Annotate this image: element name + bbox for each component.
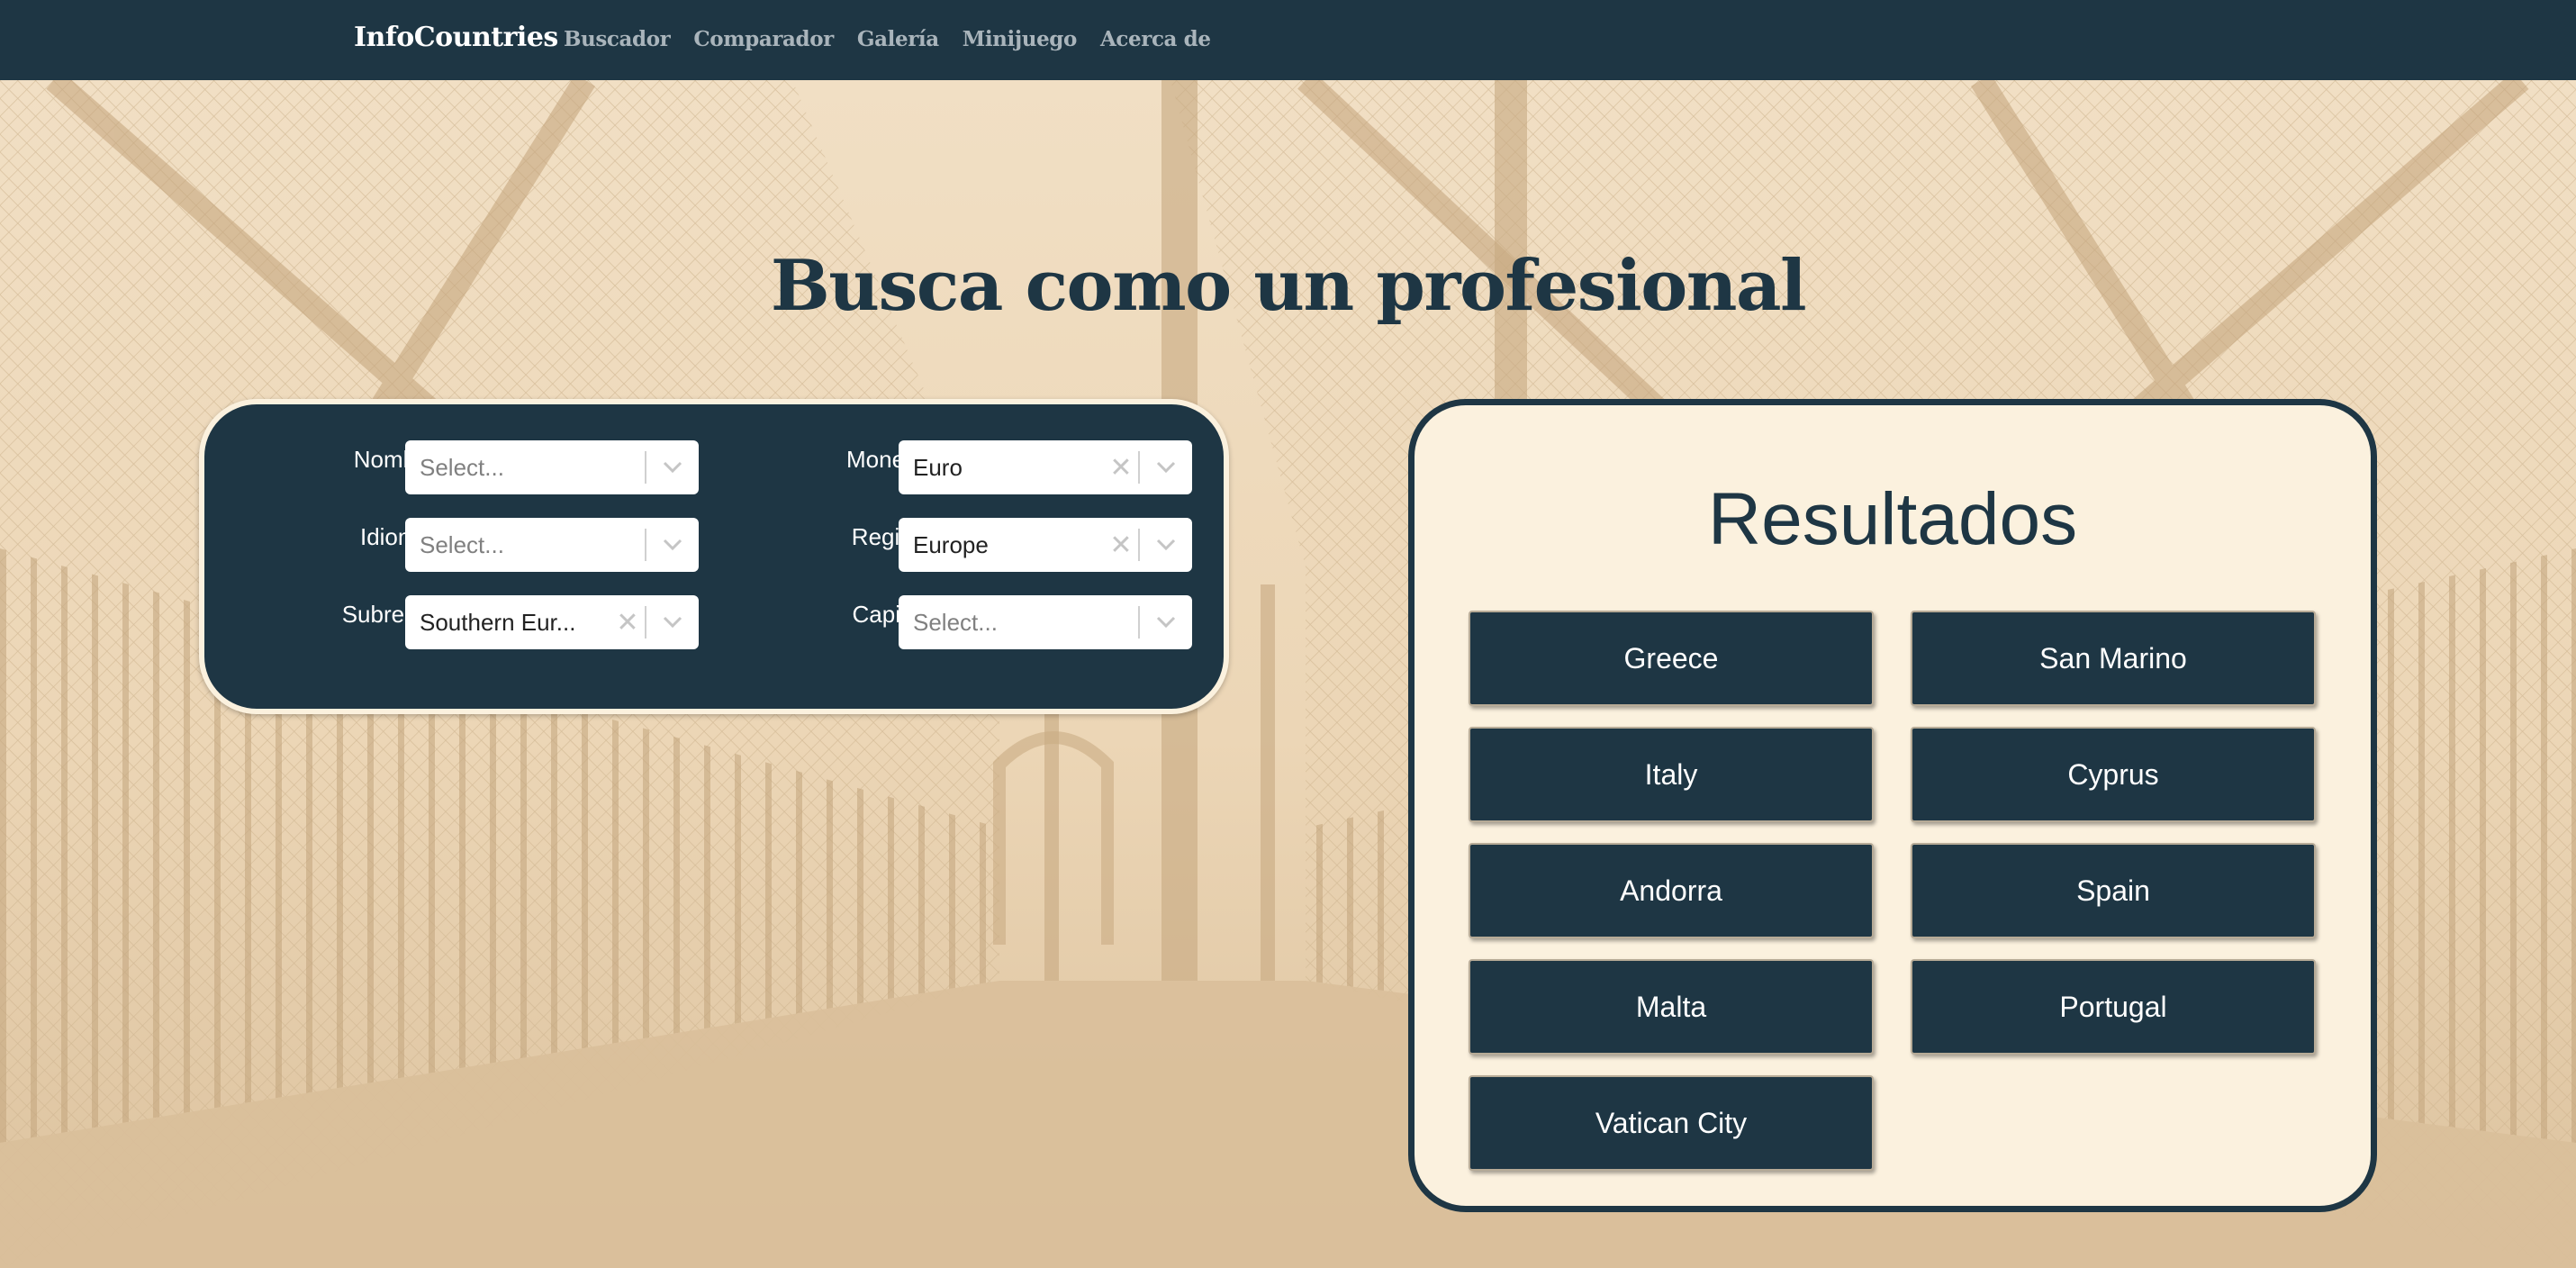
country-button-san-marino[interactable]: San Marino	[1911, 611, 2316, 706]
chevron-down-icon[interactable]	[646, 461, 699, 474]
nav-link-galeria[interactable]: Galería	[857, 27, 939, 51]
region-select[interactable]: Europe ✕	[899, 518, 1192, 572]
filter-panel: Nombre Select... Idioma Select... Subreg…	[199, 399, 1229, 714]
results-panel: Resultados Greece San Marino Italy Cypru…	[1408, 399, 2377, 1212]
close-icon[interactable]: ✕	[1104, 530, 1138, 561]
nav-link-acerca-de[interactable]: Acerca de	[1100, 27, 1211, 51]
capital-select[interactable]: Select...	[899, 595, 1192, 649]
subregion-select[interactable]: Southern Eur... ✕	[405, 595, 699, 649]
country-button-italy[interactable]: Italy	[1469, 727, 1874, 822]
capital-select-value: Select...	[913, 608, 998, 636]
results-title: Resultados	[1707, 478, 2078, 560]
brand-logo[interactable]: InfoCountries	[354, 22, 558, 53]
currency-select-value: Euro	[913, 453, 963, 481]
currency-select[interactable]: Euro ✕	[899, 440, 1192, 494]
chevron-down-icon[interactable]	[646, 539, 699, 551]
language-select[interactable]: Select...	[405, 518, 699, 572]
nav-link-comparador[interactable]: Comparador	[693, 27, 834, 51]
name-select-value: Select...	[420, 453, 504, 481]
country-button-portugal[interactable]: Portugal	[1911, 959, 2316, 1055]
chevron-down-icon[interactable]	[1140, 616, 1192, 629]
chevron-down-icon[interactable]	[646, 616, 699, 629]
country-button-greece[interactable]: Greece	[1469, 611, 1874, 706]
country-button-cyprus[interactable]: Cyprus	[1911, 727, 2316, 822]
chevron-down-icon[interactable]	[1140, 539, 1192, 551]
nav-link-minijuego[interactable]: Minijuego	[963, 27, 1078, 51]
subregion-select-value: Southern Eur...	[420, 608, 576, 636]
close-icon[interactable]: ✕	[1104, 452, 1138, 484]
close-icon[interactable]: ✕	[610, 607, 645, 639]
chevron-down-icon[interactable]	[1140, 461, 1192, 474]
nav-links: Buscador Comparador Galería Minijuego Ac…	[564, 27, 1211, 51]
country-button-spain[interactable]: Spain	[1911, 843, 2316, 938]
page-title: Busca como un profesional	[770, 245, 1807, 327]
region-select-value: Europe	[913, 530, 989, 558]
country-button-malta[interactable]: Malta	[1469, 959, 1874, 1055]
navbar: InfoCountries Buscador Comparador Galerí…	[0, 0, 2576, 80]
country-button-vatican-city[interactable]: Vatican City	[1469, 1075, 1874, 1171]
nav-link-buscador[interactable]: Buscador	[564, 27, 671, 51]
country-button-andorra[interactable]: Andorra	[1469, 843, 1874, 938]
name-select[interactable]: Select...	[405, 440, 699, 494]
language-select-value: Select...	[420, 530, 504, 558]
